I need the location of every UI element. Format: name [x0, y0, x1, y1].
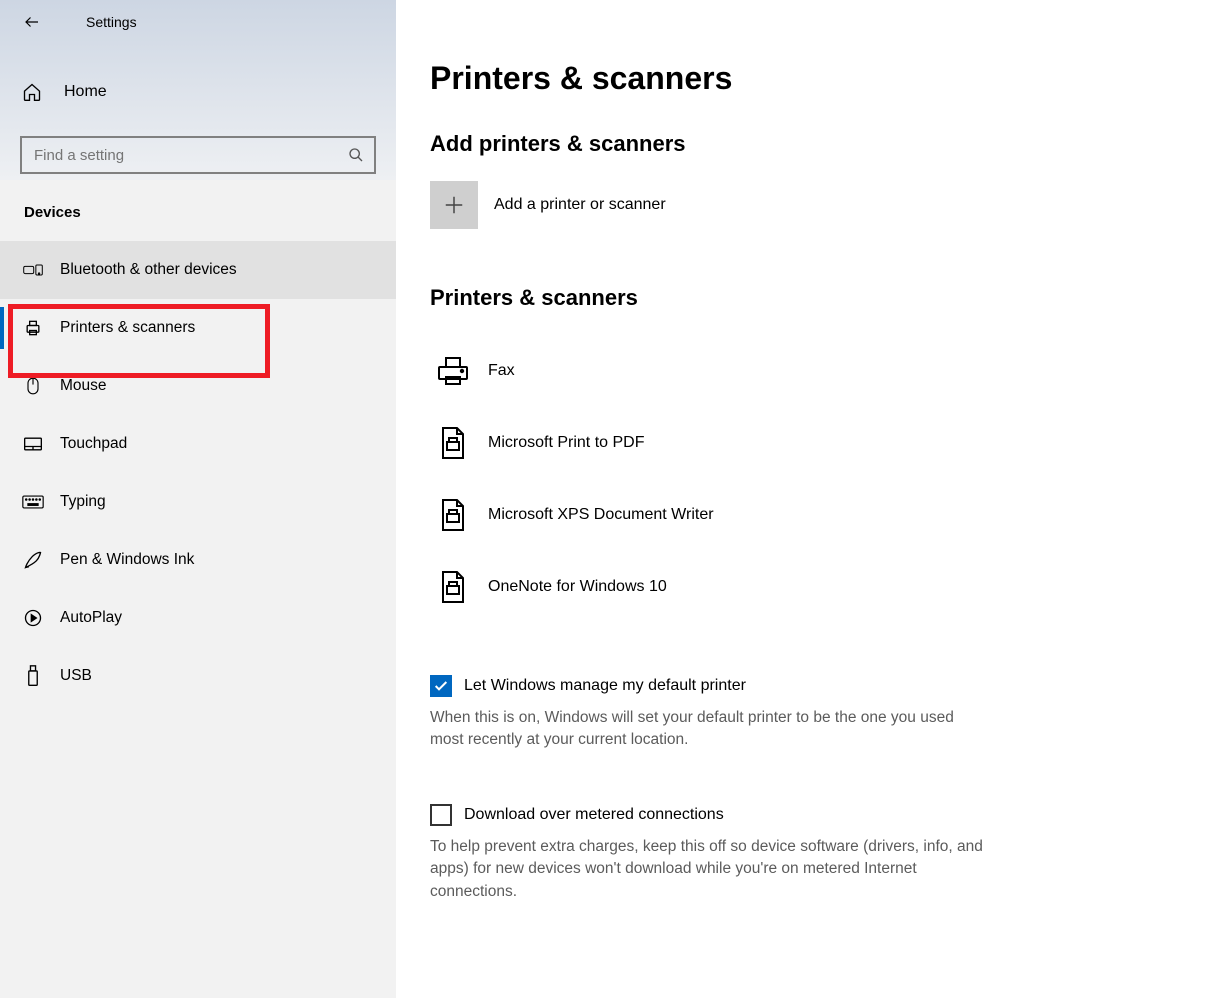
sidebar-item-autoplay[interactable]: AutoPlay — [0, 589, 396, 647]
printer-device-icon — [430, 355, 476, 387]
sidebar-item-printers[interactable]: Printers & scanners — [0, 299, 396, 357]
printer-item-fax[interactable]: Fax — [430, 335, 1186, 407]
metered-label: Download over metered connections — [464, 806, 724, 824]
metered-checkbox[interactable] — [430, 804, 452, 826]
touchpad-icon — [22, 433, 44, 455]
keyboard-icon — [22, 491, 44, 513]
usb-icon — [22, 665, 44, 687]
sidebar-item-label: Touchpad — [60, 435, 127, 453]
pen-icon — [22, 549, 44, 571]
search-input[interactable] — [20, 136, 376, 174]
printer-icon — [22, 317, 44, 339]
printer-label: Microsoft XPS Document Writer — [488, 506, 714, 524]
printer-item-xps[interactable]: Microsoft XPS Document Writer — [430, 479, 1186, 551]
sidebar-item-usb[interactable]: USB — [0, 647, 396, 705]
document-printer-icon — [430, 498, 476, 532]
printer-label: OneNote for Windows 10 — [488, 578, 667, 596]
autoplay-icon — [22, 607, 44, 629]
main-content: Printers & scanners Add printers & scann… — [396, 0, 1216, 998]
printer-list: Fax Microsoft Print to PDF Microsoft XPS… — [430, 335, 1186, 623]
sidebar-item-mouse[interactable]: Mouse — [0, 357, 396, 415]
default-printer-checkbox[interactable] — [430, 675, 452, 697]
sidebar-item-label: USB — [60, 667, 92, 685]
printer-list-heading: Printers & scanners — [430, 285, 1186, 311]
home-icon — [22, 82, 46, 102]
arrow-left-icon — [23, 13, 41, 31]
sidebar-home[interactable]: Home — [0, 72, 396, 112]
sidebar-item-label: Pen & Windows Ink — [60, 551, 194, 569]
app-title: Settings — [86, 14, 137, 30]
default-printer-label: Let Windows manage my default printer — [464, 677, 746, 695]
home-label: Home — [64, 83, 107, 101]
page-title: Printers & scanners — [430, 60, 1186, 97]
sidebar-section-header: Devices — [0, 174, 396, 235]
back-button[interactable] — [14, 4, 50, 40]
check-icon — [433, 678, 449, 694]
sidebar-item-pen[interactable]: Pen & Windows Ink — [0, 531, 396, 589]
sidebar-item-bluetooth[interactable]: Bluetooth & other devices — [0, 241, 396, 299]
bluetooth-icon — [22, 259, 44, 281]
add-printer-label: Add a printer or scanner — [494, 196, 666, 214]
sidebar-item-label: Typing — [60, 493, 106, 511]
titlebar: Settings — [0, 0, 396, 44]
mouse-icon — [22, 375, 44, 397]
printer-label: Microsoft Print to PDF — [488, 434, 644, 452]
sidebar-item-label: Bluetooth & other devices — [60, 261, 237, 279]
add-printer-button[interactable]: Add a printer or scanner — [430, 181, 1186, 229]
sidebar-item-label: AutoPlay — [60, 609, 122, 627]
sidebar-item-label: Mouse — [60, 377, 107, 395]
default-printer-option: Let Windows manage my default printer Wh… — [430, 675, 990, 752]
printer-item-onenote[interactable]: OneNote for Windows 10 — [430, 551, 1186, 623]
add-section-heading: Add printers & scanners — [430, 131, 1186, 157]
sidebar-item-touchpad[interactable]: Touchpad — [0, 415, 396, 473]
metered-desc: To help prevent extra charges, keep this… — [430, 836, 990, 903]
document-printer-icon — [430, 426, 476, 460]
plus-icon — [430, 181, 478, 229]
sidebar-item-label: Printers & scanners — [60, 319, 195, 337]
printer-label: Fax — [488, 362, 515, 380]
document-printer-icon — [430, 570, 476, 604]
default-printer-desc: When this is on, Windows will set your d… — [430, 707, 990, 752]
nav-list: Bluetooth & other devices Printers & sca… — [0, 241, 396, 705]
printer-item-pdf[interactable]: Microsoft Print to PDF — [430, 407, 1186, 479]
metered-option: Download over metered connections To hel… — [430, 804, 990, 903]
sidebar-item-typing[interactable]: Typing — [0, 473, 396, 531]
sidebar: Settings Home Devices Bluetooth & other … — [0, 0, 396, 998]
